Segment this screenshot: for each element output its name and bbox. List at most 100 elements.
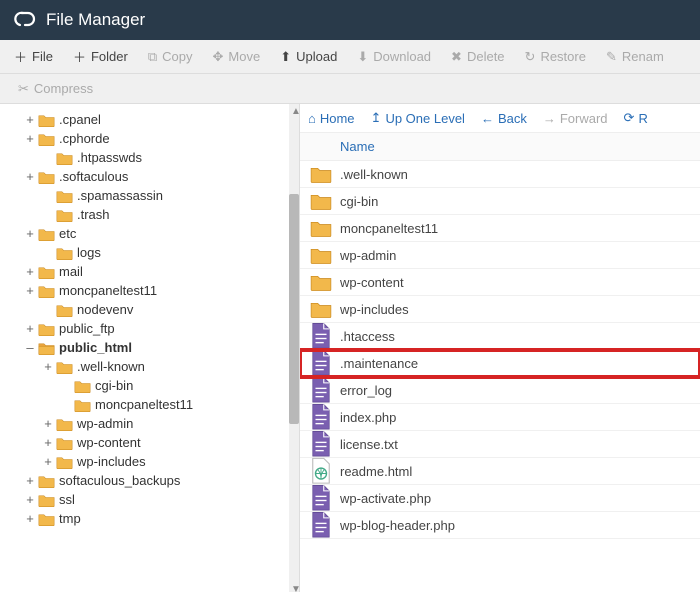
file-icon: [310, 435, 332, 453]
tree-label: public_html: [59, 340, 132, 355]
nav-home[interactable]: ⌂Home: [308, 111, 355, 126]
tree-item[interactable]: logs: [0, 243, 295, 262]
tree-toggle-icon[interactable]: +: [24, 283, 36, 298]
plus-icon: ＋: [14, 47, 27, 66]
file-list: .well-known cgi-binmoncpaneltest11wp-admi…: [300, 161, 700, 592]
file-row[interactable]: index.php: [300, 404, 700, 431]
file-row[interactable]: wp-admin: [300, 242, 700, 269]
tree-item[interactable]: +wp-content: [0, 433, 295, 452]
cpanel-logo-icon: [12, 7, 46, 34]
file-name: index.php: [340, 410, 396, 425]
tree-item[interactable]: + .cpanel: [0, 110, 295, 129]
folder-icon: [310, 300, 332, 318]
file-row[interactable]: .htaccess: [300, 323, 700, 350]
new-folder-button[interactable]: ＋Folder: [65, 43, 136, 70]
file-row[interactable]: .well-known: [300, 161, 700, 188]
rename-button[interactable]: ✎Renam: [598, 45, 672, 69]
nav-reload[interactable]: ⟳R: [624, 110, 648, 126]
tree-label: public_ftp: [59, 321, 115, 336]
file-name: .well-known: [340, 167, 408, 182]
tree-item[interactable]: +moncpaneltest11: [0, 281, 295, 300]
file-name: .maintenance: [340, 356, 418, 371]
copy-button[interactable]: ⧉Copy: [140, 45, 201, 69]
folder-icon: [38, 512, 55, 526]
nav-back[interactable]: ←Back: [481, 111, 527, 126]
move-button[interactable]: ✥Move: [205, 45, 269, 69]
tree-item[interactable]: +wp-admin: [0, 414, 295, 433]
tree-item[interactable]: + tmp: [0, 509, 295, 528]
tree-item[interactable]: nodevenv: [0, 300, 295, 319]
tree-toggle-icon[interactable]: +: [42, 359, 54, 374]
file-row-highlighted[interactable]: .maintenance: [300, 350, 700, 377]
file-name: wp-blog-header.php: [340, 518, 455, 533]
restore-button[interactable]: ↻Restore: [517, 45, 594, 69]
file-row[interactable]: cgi-bin: [300, 188, 700, 215]
file-row[interactable]: wp-includes: [300, 296, 700, 323]
tree-toggle-icon[interactable]: +: [42, 435, 54, 450]
file-row[interactable]: error_log: [300, 377, 700, 404]
tree-toggle-icon[interactable]: +: [24, 226, 36, 241]
file-name: .htaccess: [340, 329, 395, 344]
file-row[interactable]: readme.html: [300, 458, 700, 485]
tree-label: logs: [77, 245, 101, 260]
folder-icon: [56, 417, 73, 431]
tree-toggle-icon[interactable]: +: [24, 131, 36, 146]
scroll-down-icon[interactable]: ▼: [291, 584, 297, 590]
download-button[interactable]: ⬇Download: [349, 45, 439, 69]
tree-toggle-icon[interactable]: +: [42, 454, 54, 469]
reload-icon: ⟳: [624, 110, 635, 126]
up-icon: ↥: [371, 110, 382, 126]
column-header-name[interactable]: Name: [300, 133, 700, 161]
tree-item[interactable]: .trash: [0, 205, 295, 224]
tree-item[interactable]: moncpaneltest11: [0, 395, 295, 414]
file-row[interactable]: moncpaneltest11: [300, 215, 700, 242]
tree-item[interactable]: +.cphorde: [0, 129, 295, 148]
delete-button[interactable]: ✖Delete: [443, 45, 512, 69]
nav-up[interactable]: ↥Up One Level: [371, 110, 465, 126]
scroll-up-icon[interactable]: ▲: [291, 106, 297, 112]
upload-icon: ⬆: [280, 49, 291, 65]
tree-label: .cpanel: [59, 112, 101, 127]
tree-toggle-icon[interactable]: +: [24, 473, 36, 488]
tree-toggle-icon[interactable]: +: [42, 416, 54, 431]
back-icon: ←: [481, 111, 494, 126]
tree-item[interactable]: cgi-bin: [0, 376, 295, 395]
tree-toggle-icon[interactable]: +: [24, 492, 36, 507]
file-icon: [310, 381, 332, 399]
tree-item[interactable]: – public_html: [0, 338, 295, 357]
new-file-button[interactable]: ＋File: [6, 43, 61, 70]
tree-label: .softaculous: [59, 169, 128, 184]
tree-item[interactable]: + public_ftp: [0, 319, 295, 338]
tree-toggle-icon[interactable]: +: [24, 264, 36, 279]
tree-item[interactable]: + wp-includes: [0, 452, 295, 471]
compress-button[interactable]: ✂Compress: [10, 77, 101, 101]
tree-item[interactable]: + .softaculous: [0, 167, 295, 186]
scrollbar-thumb[interactable]: [289, 194, 299, 424]
nav-forward[interactable]: →Forward: [543, 111, 608, 126]
tree-item[interactable]: +softaculous_backups: [0, 471, 295, 490]
tree-toggle-icon[interactable]: +: [24, 321, 36, 336]
file-row[interactable]: wp-content: [300, 269, 700, 296]
file-row[interactable]: wp-activate.php: [300, 485, 700, 512]
tree-item[interactable]: +mail: [0, 262, 295, 281]
scrollbar-track: ▲ ▼: [289, 104, 299, 592]
delete-icon: ✖: [451, 49, 462, 65]
file-row[interactable]: wp-blog-header.php: [300, 512, 700, 539]
tree-item[interactable]: +.well-known: [0, 357, 295, 376]
tree-toggle-icon[interactable]: +: [24, 112, 36, 127]
tree-item[interactable]: .spamassassin: [0, 186, 295, 205]
tree-toggle-icon[interactable]: –: [24, 340, 36, 355]
folder-icon: [310, 273, 332, 291]
upload-button[interactable]: ⬆Upload: [272, 45, 345, 69]
tree-label: tmp: [59, 511, 81, 526]
download-icon: ⬇: [357, 49, 368, 65]
tree-item[interactable]: .htpasswds: [0, 148, 295, 167]
tree-label: wp-includes: [77, 454, 146, 469]
tree-item[interactable]: + etc: [0, 224, 295, 243]
file-row[interactable]: license.txt: [300, 431, 700, 458]
tree-toggle-icon[interactable]: +: [24, 511, 36, 526]
tree-label: etc: [59, 226, 76, 241]
tree-toggle-icon[interactable]: +: [24, 169, 36, 184]
folder-tree: + .cpanel +.cphorde.htpasswds + .softaculous…: [0, 104, 300, 592]
tree-item[interactable]: +ssl: [0, 490, 295, 509]
